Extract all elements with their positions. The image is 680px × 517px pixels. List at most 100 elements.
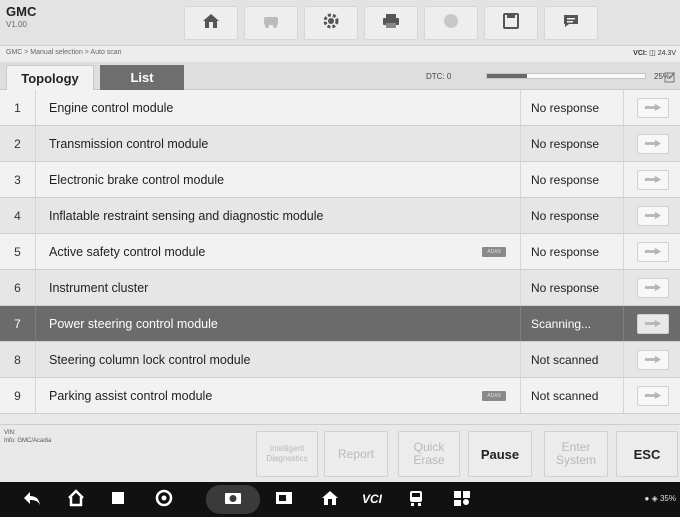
module-number: 8 <box>0 342 36 377</box>
module-name: Instrument cluster <box>49 280 149 295</box>
wifi-icon: ◈ <box>651 494 658 503</box>
module-enter-button[interactable] <box>637 170 669 190</box>
autel-home-button[interactable] <box>318 488 342 512</box>
edit-icon[interactable] <box>664 70 676 83</box>
module-name: Parking assist control module <box>49 388 213 403</box>
home-icon <box>66 488 86 513</box>
module-status: Scanning... <box>520 306 624 341</box>
module-enter-button[interactable] <box>637 98 669 118</box>
svg-text:VCI: VCI <box>362 492 382 506</box>
module-number: 1 <box>0 90 36 125</box>
module-enter-button[interactable] <box>637 314 669 334</box>
home-nav-button[interactable] <box>64 488 88 512</box>
module-enter-button[interactable] <box>637 386 669 406</box>
recent-apps-button[interactable] <box>106 488 130 512</box>
module-status: No response <box>520 198 624 233</box>
esc-button[interactable]: ESC <box>616 431 678 477</box>
module-row[interactable]: 5 Active safety control module ADAS No resp… <box>0 234 680 270</box>
breadcrumb-bar: GMC > Manual selection > Auto scan VCI: … <box>0 46 680 62</box>
browser-button[interactable] <box>152 488 176 512</box>
vin-label: VIN: <box>4 430 16 436</box>
vci-label: VCI: <box>633 50 648 57</box>
arrow-right-icon <box>644 207 662 225</box>
module-name: Electronic brake control module <box>49 172 225 187</box>
vci-manager-button[interactable]: VCI <box>360 488 384 512</box>
screen-record-button[interactable] <box>272 488 296 512</box>
module-list: 1 Engine control module No response 2 Transm… <box>0 90 680 424</box>
vehicle-info: VIN: Info: GMC/Acadia <box>4 429 51 445</box>
home-button[interactable] <box>184 6 238 40</box>
module-status: No response <box>520 90 624 125</box>
save-icon <box>501 11 521 36</box>
module-number: 7 <box>0 306 36 341</box>
module-row[interactable]: 4 Inflatable restraint sensing and diagno… <box>0 198 680 234</box>
settings-button[interactable] <box>304 6 358 40</box>
recent-apps-icon <box>108 488 128 513</box>
top-toolbar: GMC V1.00 <box>0 0 680 46</box>
help-icon <box>441 11 461 36</box>
back-button[interactable] <box>20 488 44 512</box>
vehicle-swap-button[interactable] <box>244 6 298 40</box>
vehicle-brand: GMC V1.00 <box>6 4 36 29</box>
module-number: 2 <box>0 126 36 161</box>
battery-icon: ◫ <box>649 50 656 57</box>
arrow-right-icon <box>644 243 662 261</box>
intelligent-diagnostics-button[interactable]: Intelligent Diagnostics <box>256 431 318 477</box>
module-enter-button[interactable] <box>637 134 669 154</box>
vehicle-info-text: Info: GMC/Acadia <box>4 438 52 444</box>
module-row[interactable]: 3 Electronic brake control module No respo… <box>0 162 680 198</box>
screen-record-icon <box>274 488 294 513</box>
pause-button[interactable]: Pause <box>468 431 532 477</box>
back-icon <box>22 488 42 513</box>
module-row[interactable]: 8 Steering column lock control module Not … <box>0 342 680 378</box>
scan-progress-bar <box>486 73 646 79</box>
vehicle-service-icon <box>406 488 426 513</box>
report-button[interactable]: Report <box>324 431 388 477</box>
data-logging-icon <box>561 11 581 36</box>
tab-list[interactable]: List <box>100 65 184 90</box>
print-icon <box>381 11 401 36</box>
module-number: 5 <box>0 234 36 269</box>
module-enter-button[interactable] <box>637 350 669 370</box>
module-row[interactable]: 7 Power steering control module Scanning..… <box>0 306 680 342</box>
bottom-action-bar: VIN: Info: GMC/Acadia Intelligent Diagno… <box>0 424 680 482</box>
home-icon <box>320 488 340 513</box>
tab-topology[interactable]: Topology <box>6 65 94 90</box>
service-button[interactable] <box>404 488 428 512</box>
module-enter-button[interactable] <box>637 278 669 298</box>
module-enter-button[interactable] <box>637 206 669 226</box>
vci-voltage: 24.3V <box>657 50 676 57</box>
enter-system-button[interactable]: Enter System <box>544 431 608 477</box>
module-name: Power steering control module <box>49 316 218 331</box>
help-button[interactable] <box>424 6 478 40</box>
module-status: No response <box>520 126 624 161</box>
module-number: 9 <box>0 378 36 413</box>
browser-icon <box>154 488 174 513</box>
module-status: Not scanned <box>520 342 624 377</box>
camera-icon <box>223 488 243 513</box>
arrow-right-icon <box>644 99 662 117</box>
print-button[interactable] <box>364 6 418 40</box>
module-name: Transmission control module <box>49 136 209 151</box>
module-row[interactable]: 1 Engine control module No response <box>0 90 680 126</box>
view-tabs: Topology List DTC: 0 25% <box>0 62 680 90</box>
module-name: Steering column lock control module <box>49 352 251 367</box>
system-status: ● ◈ 35% <box>645 494 676 503</box>
module-number: 6 <box>0 270 36 305</box>
module-enter-button[interactable] <box>637 242 669 262</box>
module-row[interactable]: 6 Instrument cluster No response <box>0 270 680 306</box>
arrow-right-icon <box>644 171 662 189</box>
module-row[interactable]: 2 Transmission control module No response <box>0 126 680 162</box>
module-status: No response <box>520 162 624 197</box>
module-number: 3 <box>0 162 36 197</box>
data-logging-button[interactable] <box>544 6 598 40</box>
save-button[interactable] <box>484 6 538 40</box>
module-row[interactable]: 9 Parking assist control module ADAS Not sc… <box>0 378 680 414</box>
module-status: No response <box>520 270 624 305</box>
module-status: Not scanned <box>520 378 624 413</box>
arrow-right-icon <box>644 279 662 297</box>
support-button[interactable] <box>450 488 474 512</box>
quick-erase-button[interactable]: Quick Erase <box>398 431 460 477</box>
module-name: Inflatable restraint sensing and diagnos… <box>49 208 324 223</box>
screenshot-button[interactable] <box>221 488 245 512</box>
